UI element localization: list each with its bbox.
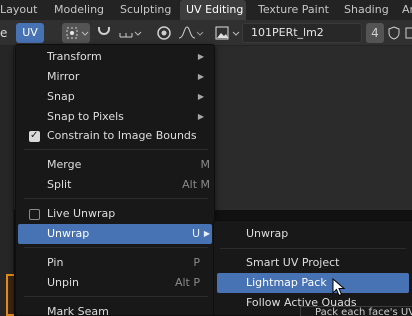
menu-item-label: Snap to Pixels <box>47 110 124 123</box>
menu-item-mirror[interactable]: Mirror ▶ <box>18 67 212 87</box>
menu-item-split[interactable]: Split Alt M <box>18 175 212 195</box>
snap-target-dropdown[interactable] <box>116 23 142 43</box>
uv-editor-header: e UV 101PERt_lm2 4 <box>0 20 412 46</box>
submenu-arrow-icon: ▶ <box>197 112 204 121</box>
menu-item-shortcut: P <box>193 256 200 269</box>
selected-uv-island <box>6 274 14 316</box>
menu-item-live-unwrap[interactable]: Live Unwrap <box>18 204 212 224</box>
submenu-item-label: Unwrap <box>246 227 289 240</box>
unwrap-submenu: Unwrap Smart UV Project Lightmap Pack Fo… <box>213 220 412 316</box>
tab-uv-editing[interactable]: UV Editing <box>180 0 246 20</box>
magnet-icon <box>98 27 110 35</box>
menu-item-shortcut: M <box>200 158 211 171</box>
copy-icon <box>405 27 412 39</box>
menu-item-constrain-to-image-bounds[interactable]: Constrain to Image Bounds <box>18 126 212 146</box>
view-menu[interactable]: e <box>0 23 10 43</box>
submenu-arrow-icon: ▶ <box>197 72 204 81</box>
image-name-field[interactable]: 101PERt_lm2 <box>242 23 362 43</box>
tab-layout[interactable]: Layout <box>0 0 38 20</box>
menu-item-shortcut: Alt M <box>182 178 210 191</box>
proportional-editing-icon <box>157 26 171 40</box>
tab-animation[interactable]: An <box>396 0 412 20</box>
pivot-point-icon <box>66 27 89 39</box>
menu-separator <box>24 198 208 199</box>
menu-separator <box>24 296 208 297</box>
shield-icon <box>388 26 400 40</box>
checkbox-checked-icon <box>29 126 40 146</box>
submenu-item-smart-uv-project[interactable]: Smart UV Project <box>217 253 409 273</box>
submenu-arrow-icon: ▶ <box>197 92 204 101</box>
menu-item-mark-seam[interactable]: Mark Seam <box>18 302 212 316</box>
mouse-cursor-icon <box>332 278 346 297</box>
menu-item-label: Live Unwrap <box>47 207 116 220</box>
checkbox-unchecked-icon <box>29 209 40 220</box>
falloff-dropdown[interactable] <box>176 23 204 43</box>
uv-menu-dropdown: Transform ▶ Mirror ▶ Snap ▶ Snap to Pixe… <box>15 44 215 316</box>
menu-item-unpin[interactable]: Unpin Alt P <box>18 273 212 293</box>
menu-separator <box>24 247 208 248</box>
menu-item-snap-to-pixels[interactable]: Snap to Pixels ▶ <box>18 107 212 127</box>
menu-item-label: Split <box>47 178 72 191</box>
submenu-item-unwrap[interactable]: Unwrap <box>217 224 409 244</box>
tab-shading[interactable]: Shading <box>338 0 390 20</box>
image-icon <box>215 26 240 40</box>
image-user-count[interactable]: 4 <box>366 23 384 43</box>
falloff-curve-icon <box>178 26 204 39</box>
fake-user-toggle[interactable] <box>386 23 402 43</box>
new-image-button[interactable] <box>404 23 412 43</box>
menu-item-shortcut: U <box>191 227 200 240</box>
pivot-point-dropdown[interactable] <box>62 23 90 43</box>
menu-item-pin[interactable]: Pin P <box>18 253 212 273</box>
menu-item-label: Merge <box>47 158 82 171</box>
menu-item-shortcut: Alt P <box>174 276 200 289</box>
menu-item-label: Constrain to Image Bounds <box>47 129 197 142</box>
menu-item-label: Mark Seam <box>47 305 109 316</box>
tooltip: Pack each face's UV <box>300 306 412 316</box>
menu-separator <box>24 149 208 150</box>
image-browse-dropdown[interactable] <box>212 23 242 43</box>
submenu-item-label: Smart UV Project <box>246 256 340 269</box>
submenu-item-label: Lightmap Pack <box>246 276 327 289</box>
menu-item-label: Pin <box>47 256 64 269</box>
tab-texture-paint[interactable]: Texture Paint <box>252 0 330 20</box>
snap-increment-icon <box>119 31 142 38</box>
menu-item-merge[interactable]: Merge M <box>18 155 212 175</box>
menu-item-label: Unpin <box>47 276 80 289</box>
proportional-editing-toggle[interactable] <box>154 23 174 43</box>
menu-item-snap[interactable]: Snap ▶ <box>18 87 212 107</box>
menu-item-label: Mirror <box>47 70 80 83</box>
menu-item-unwrap[interactable]: Unwrap U ▶ <box>18 224 212 244</box>
uv-menu-button[interactable]: UV <box>16 23 44 43</box>
submenu-item-lightmap-pack[interactable]: Lightmap Pack <box>217 273 409 293</box>
tab-sculpting[interactable]: Sculpting <box>114 0 176 20</box>
menu-separator <box>220 248 406 249</box>
menu-item-transform[interactable]: Transform ▶ <box>18 47 212 67</box>
snap-toggle[interactable] <box>94 23 114 43</box>
workspace-tabs: Layout Modeling Sculpting UV Editing Tex… <box>0 0 412 20</box>
submenu-arrow-icon: ▶ <box>197 52 204 61</box>
menu-item-label: Snap <box>47 90 75 103</box>
menu-item-label: Transform <box>47 50 102 63</box>
tab-modeling[interactable]: Modeling <box>48 0 104 20</box>
submenu-arrow-icon: ▶ <box>203 229 210 238</box>
menu-item-label: Unwrap <box>47 227 90 240</box>
